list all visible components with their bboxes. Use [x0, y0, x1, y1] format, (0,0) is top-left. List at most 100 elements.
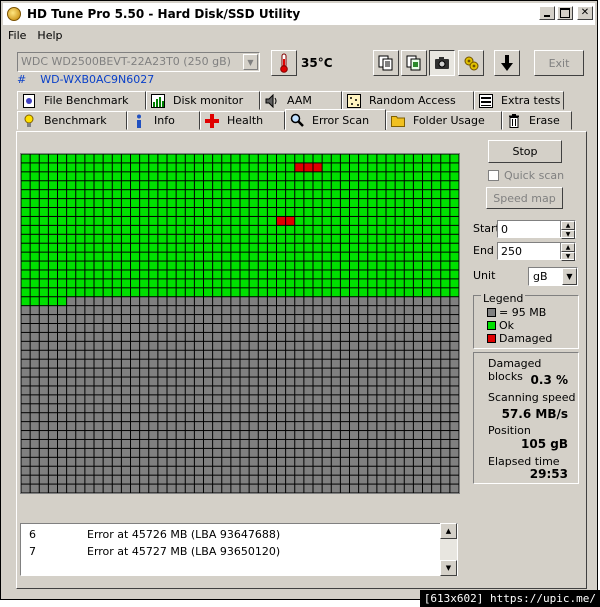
- scan-block-untested: [322, 297, 331, 306]
- scan-block-untested: [267, 315, 277, 323]
- scan-block-untested: [21, 404, 30, 413]
- scan-block-untested: [404, 297, 413, 306]
- start-input[interactable]: 0 ▲ ▼: [497, 220, 576, 239]
- scan-block-untested: [359, 466, 368, 475]
- save-button[interactable]: [494, 50, 520, 76]
- tab-info[interactable]: Info: [127, 111, 200, 130]
- scan-block-ok: [249, 208, 258, 216]
- scan-block-ok: [213, 261, 222, 270]
- scan-block-untested: [267, 448, 277, 457]
- scan-block-untested: [423, 386, 432, 395]
- unit-select[interactable]: gB ▼: [528, 267, 578, 286]
- scan-block-ok: [112, 208, 121, 216]
- bulb-icon: [24, 114, 34, 127]
- scan-block-untested: [395, 341, 404, 350]
- scan-block-untested: [103, 475, 112, 484]
- scan-block-ok: [295, 234, 304, 243]
- scan-block-untested: [213, 413, 222, 422]
- scan-block-ok: [21, 208, 30, 216]
- scan-block-untested: [331, 422, 340, 431]
- scan-block-ok: [213, 252, 222, 261]
- scan-block-untested: [30, 484, 39, 493]
- tab-health[interactable]: Health: [200, 111, 285, 130]
- scan-block-untested: [158, 341, 167, 350]
- drive-select[interactable]: WDC WD2500BEVT-22A23T0 (250 gB) ▼: [17, 52, 260, 72]
- stop-button[interactable]: Stop: [488, 140, 562, 163]
- tab-disk-monitor[interactable]: Disk monitor: [146, 91, 260, 110]
- scan-block-untested: [231, 341, 240, 350]
- error-log-list[interactable]: 6 Error at 45726 MB (LBA 93647688) 7 Err…: [20, 523, 458, 576]
- list-item[interactable]: 7 Error at 45727 MB (LBA 93650120): [29, 545, 280, 558]
- scan-block-ok: [131, 199, 140, 208]
- end-down-icon[interactable]: ▼: [561, 252, 575, 261]
- scan-block-untested: [85, 297, 94, 306]
- scan-block-untested: [413, 439, 423, 448]
- scroll-up-icon[interactable]: ▲: [440, 523, 457, 539]
- scan-block-ok: [277, 261, 286, 270]
- scan-block-untested: [21, 475, 30, 484]
- chevron-down-icon[interactable]: ▼: [243, 54, 258, 70]
- title-bar[interactable]: HD Tune Pro 5.50 - Hard Disk/SSD Utility…: [3, 3, 595, 25]
- menu-file[interactable]: File: [3, 29, 32, 42]
- scan-block-ok: [194, 163, 204, 172]
- tab-aam[interactable]: AAM: [260, 91, 342, 110]
- copy-info-button[interactable]: [401, 50, 427, 76]
- exit-button[interactable]: Exit: [534, 50, 584, 76]
- end-input[interactable]: 250 ▲ ▼: [497, 242, 576, 261]
- magnifier-icon: [290, 113, 304, 127]
- quick-scan-box[interactable]: [488, 170, 499, 181]
- scan-block-ok: [167, 225, 176, 234]
- scan-block-ok: [185, 252, 194, 261]
- scan-block-untested: [331, 359, 340, 368]
- scan-block-untested: [350, 404, 359, 413]
- scan-block-ok: [304, 225, 313, 234]
- log-scrollbar[interactable]: ▲ ▼: [440, 523, 457, 576]
- scan-block-untested: [277, 386, 286, 395]
- menu-help[interactable]: Help: [32, 29, 68, 42]
- minimize-button[interactable]: [539, 6, 555, 20]
- list-item[interactable]: 6 Error at 45726 MB (LBA 93647688): [29, 528, 280, 541]
- maximize-button[interactable]: [557, 6, 573, 20]
- scroll-down-icon[interactable]: ▼: [440, 560, 457, 576]
- scan-block-untested: [423, 475, 432, 484]
- tab-file-benchmark[interactable]: File Benchmark: [17, 91, 146, 110]
- scan-block-ok: [277, 243, 286, 252]
- scan-block-untested: [21, 466, 30, 475]
- options-button[interactable]: [458, 50, 484, 76]
- position-value: 105 gB: [521, 437, 568, 451]
- temperature-button[interactable]: [271, 50, 297, 76]
- scan-block-untested: [213, 324, 222, 332]
- tab-extra-tests[interactable]: Extra tests: [474, 91, 564, 110]
- scan-block-ok: [58, 208, 67, 216]
- start-down-icon[interactable]: ▼: [561, 230, 575, 239]
- scan-block-untested: [176, 457, 185, 466]
- end-up-icon[interactable]: ▲: [561, 243, 575, 252]
- scan-block-untested: [39, 484, 48, 493]
- quick-scan-checkbox[interactable]: Quick scan: [488, 169, 564, 182]
- scan-block-ok: [240, 279, 249, 288]
- scan-block-ok: [140, 270, 149, 279]
- speed-map-button[interactable]: Speed map: [486, 187, 563, 209]
- tab-benchmark[interactable]: Benchmark: [17, 111, 127, 130]
- scan-block-untested: [286, 395, 295, 404]
- scan-block-ok: [331, 199, 340, 208]
- tab-error-scan[interactable]: Error Scan: [285, 109, 386, 130]
- scan-block-untested: [340, 484, 350, 493]
- scan-block-untested: [340, 341, 350, 350]
- scan-block-untested: [103, 422, 112, 431]
- scan-block-untested: [67, 422, 76, 431]
- start-up-icon[interactable]: ▲: [561, 221, 575, 230]
- tab-folder-usage[interactable]: Folder Usage: [386, 111, 502, 130]
- close-button[interactable]: ✕: [577, 6, 593, 20]
- tab-erase[interactable]: Erase: [502, 111, 572, 130]
- scan-block-untested: [131, 386, 140, 395]
- tab-random-access[interactable]: Random Access: [342, 91, 474, 110]
- scan-block-untested: [112, 386, 121, 395]
- scan-block-untested: [131, 413, 140, 422]
- scan-block-ok: [185, 234, 194, 243]
- scan-block-untested: [76, 350, 85, 359]
- chevron-down-icon[interactable]: ▼: [562, 268, 577, 285]
- scan-block-untested: [340, 422, 350, 431]
- copy-text-button[interactable]: [373, 50, 399, 76]
- screenshot-button[interactable]: [429, 50, 455, 76]
